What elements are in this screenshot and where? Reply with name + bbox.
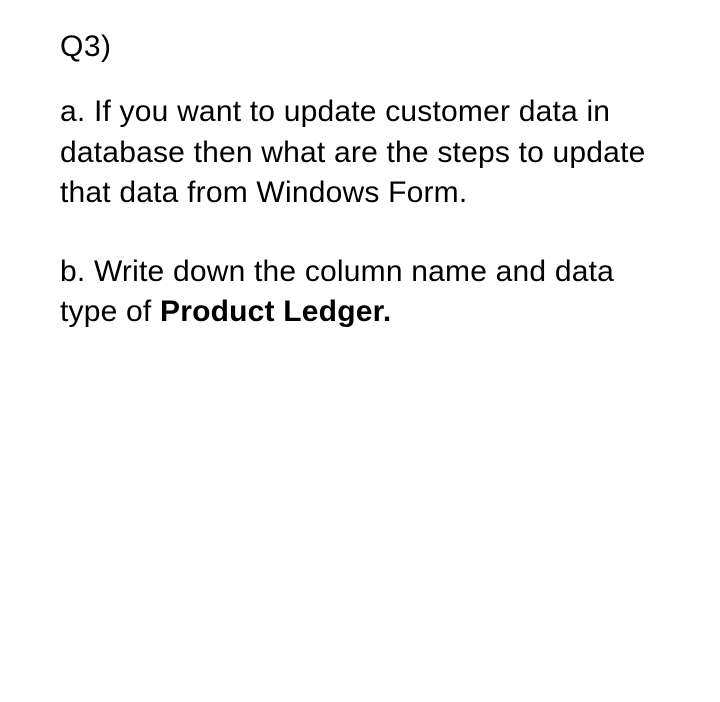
question-number: Q3)	[60, 30, 660, 64]
question-part-a: a. If you want to update customer data i…	[60, 92, 660, 214]
question-b-bold: Product Ledger.	[160, 295, 391, 328]
question-part-b: b. Write down the column name and data t…	[60, 252, 660, 333]
